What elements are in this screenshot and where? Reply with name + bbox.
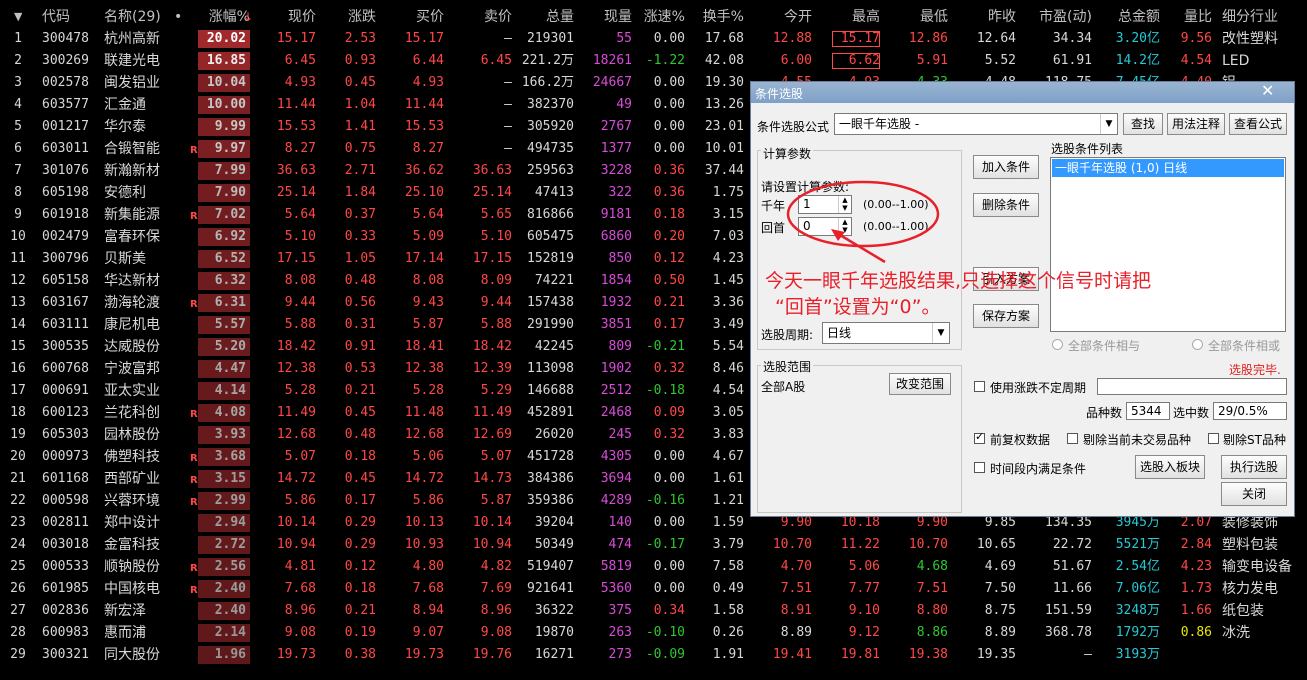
- highlight-ellipse: [786, 180, 940, 248]
- annotation-line1: 今天一眼千年选股结果,只选择这个信号时请把: [765, 270, 1152, 292]
- arrow-line: [834, 230, 886, 264]
- annotation-line2: “回首”设置为“0”。: [775, 296, 941, 318]
- annotation-svg: [786, 180, 940, 264]
- arrow-head-icon: [831, 229, 845, 241]
